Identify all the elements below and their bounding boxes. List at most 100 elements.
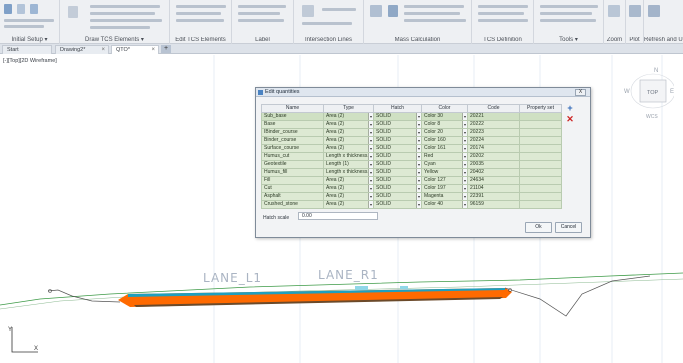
cell-color[interactable]: Color 161 ▾ xyxy=(421,144,468,153)
dropdown-arrow-icon[interactable]: ▾ xyxy=(416,113,421,120)
column-header-name[interactable]: Name xyxy=(261,104,324,113)
cell-name[interactable]: Cut xyxy=(261,184,324,193)
cell-name[interactable]: Binder_course xyxy=(261,136,324,145)
column-header-color[interactable]: Color xyxy=(421,104,468,113)
dropdown-arrow-icon[interactable]: ▾ xyxy=(368,193,373,200)
cell-name[interactable]: Geotextile xyxy=(261,160,324,169)
cell-hatch[interactable]: SOLID ▾ xyxy=(373,200,422,209)
cell-type[interactable]: Area (2) ▾ xyxy=(323,128,374,137)
ribbon-group-title[interactable]: Tools ▾ xyxy=(534,36,603,43)
table-row[interactable]: Geotextile Length (1) ▾ SOLID ▾ Cyan ▾ 20035 xyxy=(261,160,562,169)
cell-hatch[interactable]: SOLID ▾ xyxy=(373,128,422,137)
cell-property-set[interactable] xyxy=(519,112,562,121)
dropdown-arrow-icon[interactable]: ▾ xyxy=(416,185,421,192)
cell-code[interactable]: 20223 xyxy=(467,128,520,137)
dropdown-arrow-icon[interactable]: ▾ xyxy=(368,145,373,152)
close-tab-icon[interactable]: × xyxy=(101,46,105,54)
cell-property-set[interactable] xyxy=(519,120,562,129)
dropdown-arrow-icon[interactable]: ▾ xyxy=(462,193,467,200)
cell-color[interactable]: Color 30 ▾ xyxy=(421,112,468,121)
cell-property-set[interactable] xyxy=(519,152,562,161)
cell-type[interactable]: Area (2) ▾ xyxy=(323,176,374,185)
table-row[interactable]: Humus_cut Length x thickness... ▾ SOLID ▾ Red… xyxy=(261,152,562,161)
dropdown-arrow-icon[interactable]: ▾ xyxy=(462,145,467,152)
cell-code[interactable]: 20035 xyxy=(467,160,520,169)
draw-element-icon[interactable] xyxy=(68,6,78,18)
refresh-icon[interactable] xyxy=(648,5,660,17)
dropdown-arrow-icon[interactable]: ▾ xyxy=(416,129,421,136)
cell-code[interactable]: 20224 xyxy=(467,136,520,145)
dropdown-arrow-icon[interactable]: ▾ xyxy=(368,113,373,120)
cell-name[interactable]: IBinder_course xyxy=(261,128,324,137)
cell-type[interactable]: Area (2) ▾ xyxy=(323,112,374,121)
dropdown-arrow-icon[interactable]: ▾ xyxy=(368,137,373,144)
dropdown-arrow-icon[interactable]: ▾ xyxy=(416,177,421,184)
cell-name[interactable]: Asphalt xyxy=(261,192,324,201)
table-row[interactable]: Crushed_stone Area (2) ▾ SOLID ▾ Color 40 ▾ 961… xyxy=(261,200,562,209)
cell-code[interactable]: 96159 xyxy=(467,200,520,209)
ribbon-group-title[interactable]: Plot xyxy=(626,37,643,43)
cell-color[interactable]: Color 20 ▾ xyxy=(421,128,468,137)
cell-color[interactable]: Yellow ▾ xyxy=(421,168,468,177)
cell-property-set[interactable] xyxy=(519,176,562,185)
ribbon-group-title[interactable]: Draw TCS Elements ▾ xyxy=(60,36,169,43)
cell-type[interactable]: Area (2) ▾ xyxy=(323,144,374,153)
dropdown-arrow-icon[interactable]: ▾ xyxy=(368,121,373,128)
dropdown-arrow-icon[interactable]: ▾ xyxy=(368,153,373,160)
cell-name[interactable]: Humus_fill xyxy=(261,168,324,177)
cell-code[interactable]: 20202 xyxy=(467,152,520,161)
table-row[interactable]: Asphalt Area (2) ▾ SOLID ▾ Magenta ▾ 22391 xyxy=(261,192,562,201)
cell-type[interactable]: Length x thickness... ▾ xyxy=(323,168,374,177)
table-row[interactable]: Surface_course Area (2) ▾ SOLID ▾ Color 161 ▾ 2… xyxy=(261,144,562,153)
cancel-button[interactable]: Cancel xyxy=(555,222,582,233)
table-row[interactable]: Sub_base Area (2) ▾ SOLID ▾ Color 30 ▾ 20221 xyxy=(261,112,562,121)
dropdown-arrow-icon[interactable]: ▾ xyxy=(368,177,373,184)
dropdown-arrow-icon[interactable]: ▾ xyxy=(368,185,373,192)
report-icon[interactable] xyxy=(388,5,398,17)
ribbon-group-title[interactable]: Label xyxy=(232,37,293,43)
dropdown-arrow-icon[interactable]: ▾ xyxy=(416,169,421,176)
cell-hatch[interactable]: SOLID ▾ xyxy=(373,184,422,193)
cell-code[interactable]: 20402 xyxy=(467,168,520,177)
column-header-hatch[interactable]: Hatch xyxy=(373,104,422,113)
dropdown-arrow-icon[interactable]: ▾ xyxy=(416,201,421,208)
plot-icon[interactable] xyxy=(629,5,641,17)
cell-hatch[interactable]: SOLID ▾ xyxy=(373,144,422,153)
hatch-scale-input[interactable]: 0.00 xyxy=(298,212,378,220)
cell-name[interactable]: Crushed_stone xyxy=(261,200,324,209)
cell-hatch[interactable]: SOLID ▾ xyxy=(373,136,422,145)
cell-color[interactable]: Red ▾ xyxy=(421,152,468,161)
cell-color[interactable]: Color 197 ▾ xyxy=(421,184,468,193)
dropdown-arrow-icon[interactable]: ▾ xyxy=(368,169,373,176)
ok-button[interactable]: Ok xyxy=(525,222,552,233)
dropdown-arrow-icon[interactable]: ▾ xyxy=(462,137,467,144)
cell-code[interactable]: 20174 xyxy=(467,144,520,153)
delete-row-button[interactable]: ✕ xyxy=(565,115,575,124)
dropdown-arrow-icon[interactable]: ▾ xyxy=(462,129,467,136)
ribbon-group-title[interactable]: Mass Calculation xyxy=(364,37,471,43)
table-row[interactable]: Fill Area (2) ▾ SOLID ▾ Color 127 ▾ 24634 xyxy=(261,176,562,185)
cell-property-set[interactable] xyxy=(519,192,562,201)
dropdown-arrow-icon[interactable]: ▾ xyxy=(368,201,373,208)
cell-code[interactable]: 21104 xyxy=(467,184,520,193)
cell-name[interactable]: Fill xyxy=(261,176,324,185)
new-tab-button[interactable]: + xyxy=(161,45,171,53)
cell-hatch[interactable]: SOLID ▾ xyxy=(373,168,422,177)
cell-property-set[interactable] xyxy=(519,160,562,169)
cell-color[interactable]: Color 127 ▾ xyxy=(421,176,468,185)
cell-color[interactable]: Color 40 ▾ xyxy=(421,200,468,209)
cell-type[interactable]: Area (2) ▾ xyxy=(323,184,374,193)
cell-code[interactable]: 20222 xyxy=(467,120,520,129)
cell-hatch[interactable]: SOLID ▾ xyxy=(373,176,422,185)
dropdown-arrow-icon[interactable]: ▾ xyxy=(416,153,421,160)
viewcube[interactable]: N W E TOP WCS xyxy=(624,62,674,142)
cell-property-set[interactable] xyxy=(519,136,562,145)
cell-type[interactable]: Area (2) ▾ xyxy=(323,120,374,129)
add-row-button[interactable]: + xyxy=(565,104,575,113)
table-row[interactable]: Cut Area (2) ▾ SOLID ▾ Color 197 ▾ 21104 xyxy=(261,184,562,193)
dropdown-arrow-icon[interactable]: ▾ xyxy=(416,137,421,144)
close-tab-icon[interactable]: × xyxy=(151,46,155,54)
table-row[interactable]: Humus_fill Length x thickness... ▾ SOLID ▾ Ye… xyxy=(261,168,562,177)
tab-qto[interactable]: QTO* × xyxy=(111,45,159,54)
cell-code[interactable]: 24634 xyxy=(467,176,520,185)
